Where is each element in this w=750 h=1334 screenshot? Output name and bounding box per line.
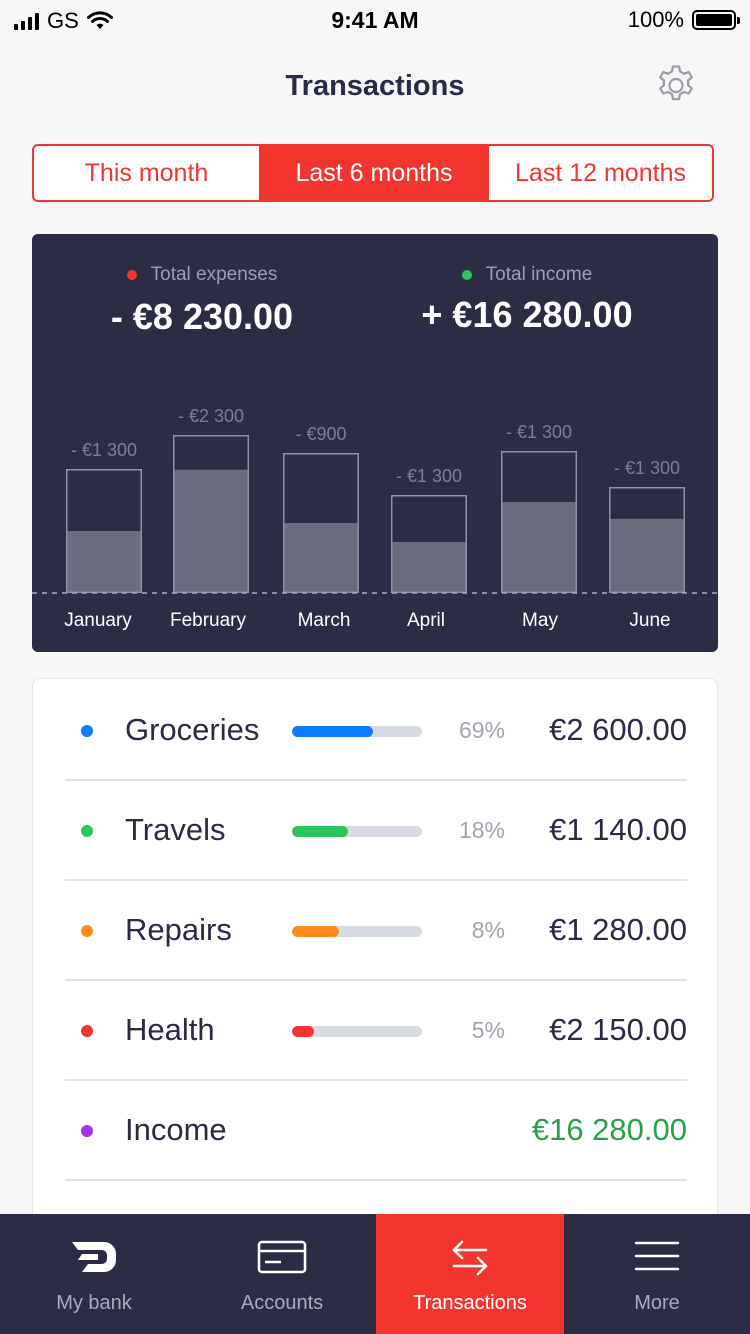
card-icon (257, 1240, 307, 1274)
chart-bar (391, 542, 467, 593)
chart-category-label: April (407, 610, 445, 631)
category-name: Health (125, 1012, 215, 1047)
gear-icon[interactable] (654, 63, 698, 107)
chart-category-label: January (64, 610, 132, 631)
category-amount: €1 280.00 (549, 912, 687, 947)
tab-accounts-label: Accounts (240, 1292, 324, 1314)
category-amount: €2 150.00 (549, 1012, 687, 1047)
category-dot (81, 1025, 93, 1037)
tab-transactions[interactable]: Transactions (376, 1214, 564, 1334)
category-progress-bar (292, 826, 422, 837)
tab-transactions-label: Transactions (413, 1292, 527, 1314)
tab-more-label: More (634, 1292, 680, 1314)
battery-icon (692, 10, 740, 30)
period-this-month[interactable]: This month (34, 146, 259, 200)
category-row[interactable]: Health 5% €2 150.00 (65, 981, 687, 1081)
category-name: Income (125, 1112, 227, 1147)
category-percent: 8% (471, 917, 505, 943)
category-progress-fill (292, 1026, 315, 1037)
chart-category-label: March (298, 610, 351, 631)
bank-logo-icon (72, 1242, 116, 1272)
category-progress-fill (292, 826, 348, 837)
category-percent: 18% (458, 817, 505, 843)
category-amount: €1 140.00 (549, 812, 687, 847)
period-last-6-months[interactable]: Last 6 months (259, 146, 489, 200)
category-percent: 69% (458, 717, 505, 743)
tab-bar: My bank Accounts Transactions More (0, 1214, 750, 1334)
category-name: Travels (125, 812, 226, 847)
category-row[interactable]: Travels 18% €1 140.00 (65, 781, 687, 881)
chart-value-label: - €1 300 (71, 440, 137, 460)
battery-percent: 100% (627, 7, 684, 32)
tab-my-bank-label: My bank (56, 1292, 132, 1314)
tab-accounts[interactable]: Accounts (188, 1214, 376, 1334)
chart-card: Total expenses - €8 230.00 Total income … (32, 234, 718, 652)
category-name: Repairs (125, 912, 232, 947)
period-selector: This month Last 6 months Last 12 months (32, 144, 714, 202)
category-amount: €16 280.00 (531, 1112, 687, 1147)
menu-icon (634, 1241, 680, 1271)
chart-value-label: - €2 300 (178, 406, 244, 426)
chart-value-label: - €1 300 (506, 422, 572, 442)
chart-category-label: May (522, 610, 558, 631)
chart-category-label: February (170, 610, 247, 631)
chart-value-label: - €1 300 (614, 458, 680, 478)
chart-bar (501, 502, 577, 593)
status-bar: GS 9:41 AM 100% (0, 0, 750, 40)
status-right: 100% (627, 7, 740, 33)
chart-value-label: - €1 300 (396, 466, 462, 486)
chart-bar (66, 531, 142, 593)
page-title: Transactions (285, 70, 465, 102)
chart-bar (609, 518, 685, 593)
category-progress-bar (292, 726, 422, 737)
category-progress-bar (292, 926, 422, 937)
category-dot (81, 925, 93, 937)
tab-my-bank[interactable]: My bank (0, 1214, 188, 1334)
category-dot (81, 725, 93, 737)
transfer-arrows-icon (452, 1240, 488, 1276)
category-progress-fill (292, 726, 373, 737)
category-progress-bar (292, 1026, 422, 1037)
tab-more[interactable]: More (564, 1214, 750, 1334)
chart-category-label: June (629, 610, 670, 631)
category-name: Groceries (125, 712, 260, 747)
category-dot (81, 825, 93, 837)
category-row[interactable]: Repairs 8% €1 280.00 (65, 881, 687, 981)
period-last-12-months[interactable]: Last 12 months (489, 146, 712, 200)
chart-bar (283, 523, 359, 593)
chart-value-label: - €900 (295, 424, 346, 444)
category-row[interactable]: Groceries 69% €2 600.00 (65, 681, 687, 781)
categories-card: Groceries 69% €2 600.00 Travels 18% €1 140.00… (32, 678, 718, 1298)
category-dot (81, 1125, 93, 1137)
category-amount: €2 600.00 (549, 712, 687, 747)
category-percent: 5% (471, 1017, 505, 1043)
monthly-bar-chart: - €1 300 January - €2 300 February - €900 Mar… (32, 406, 718, 631)
category-progress-fill (292, 926, 339, 937)
category-row[interactable]: Income €16 280.00 (65, 1081, 687, 1181)
chart-bar (173, 469, 249, 593)
